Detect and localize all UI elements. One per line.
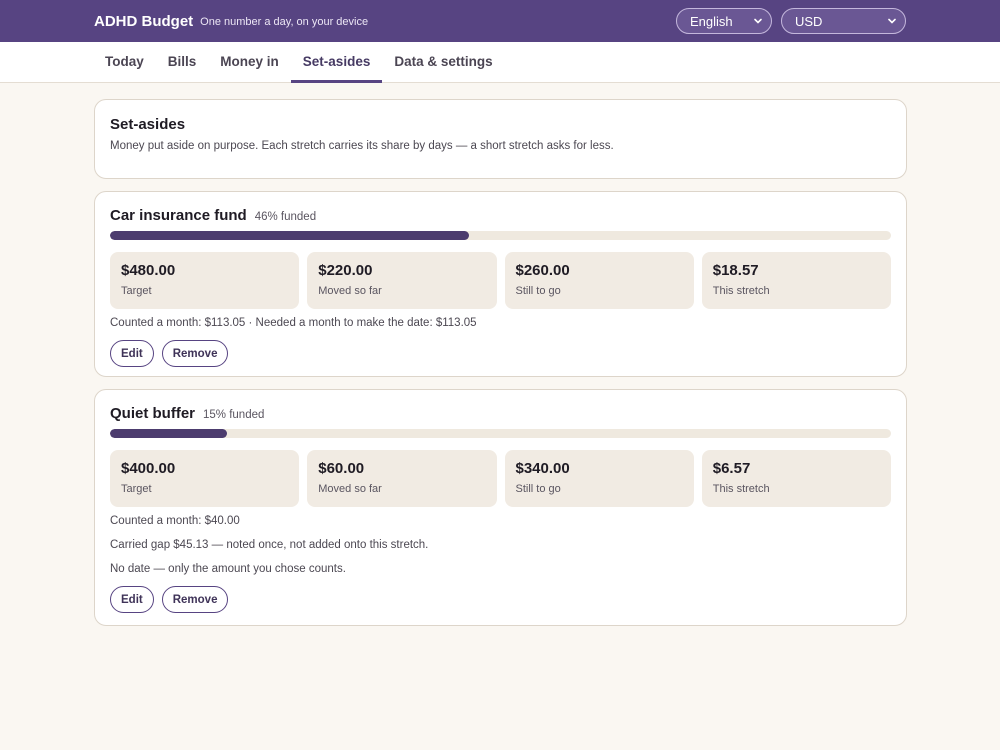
language-select[interactable]: English <box>676 8 772 34</box>
stat-value: $60.00 <box>318 460 365 477</box>
currency-select-value: USD <box>795 13 823 29</box>
stat-value: $340.00 <box>515 460 570 477</box>
tab-today[interactable]: Today <box>93 43 156 83</box>
fund-card: Car insurance fund 46% funded $480.00 Ta… <box>94 191 907 377</box>
fund-actions: Edit Remove <box>110 586 891 613</box>
progress-bar <box>110 231 891 240</box>
stat-label: Target <box>121 285 152 297</box>
fund-name: Car insurance fund <box>110 207 247 224</box>
stat-label: Target <box>121 483 152 495</box>
remove-button[interactable]: Remove <box>161 340 229 367</box>
tab-money-in[interactable]: Money in <box>208 43 291 83</box>
stat-label: This stretch <box>712 285 770 297</box>
currency-select[interactable]: USD <box>781 8 906 34</box>
fund-percent: 15% funded <box>203 409 265 421</box>
fund-header: Car insurance fund 46% funded <box>110 207 891 224</box>
stat-value: $260.00 <box>515 262 570 279</box>
language-select-value: English <box>690 13 733 29</box>
stat-label: Moved so far <box>318 483 382 495</box>
stat-value: $220.00 <box>318 262 373 279</box>
stat-remaining: $260.00 Still to go <box>504 252 694 309</box>
fund-note: Counted a month: $113.05 · Needed a mont… <box>110 317 477 329</box>
tab-bills[interactable]: Bills <box>156 43 209 83</box>
chevron-down-icon <box>888 18 896 24</box>
fund-stats: $480.00 Target $220.00 Moved so far $260… <box>110 252 891 309</box>
stat-target: $480.00 Target <box>110 252 300 309</box>
edit-button[interactable]: Edit <box>110 586 154 613</box>
fund-header: Quiet buffer 15% funded <box>110 405 891 422</box>
stat-value: $400.00 <box>121 460 176 477</box>
tab-set-asides[interactable]: Set-asides <box>290 43 383 83</box>
stat-target: $400.00 Target <box>110 450 300 507</box>
progress-bar <box>110 429 891 438</box>
stat-label: Moved so far <box>318 285 382 297</box>
stat-moved: $220.00 Moved so far <box>307 252 497 309</box>
progress-fill <box>110 231 470 240</box>
stat-this-stretch: $18.57 This stretch <box>701 252 891 309</box>
tab-bar: Today Bills Money in Set-asides Data & s… <box>0 42 1000 83</box>
stat-value: $6.57 <box>712 460 751 477</box>
fund-note: Counted a month: $40.00 <box>110 515 240 527</box>
fund-note: No date — only the amount you chose coun… <box>110 563 346 575</box>
tab-data-settings[interactable]: Data & settings <box>382 43 504 83</box>
stat-label: This stretch <box>712 483 770 495</box>
fund-note: Carried gap $45.13 — noted once, not add… <box>110 539 429 551</box>
edit-button[interactable]: Edit <box>110 340 154 367</box>
section-title: Set-asides <box>110 116 186 133</box>
fund-name: Quiet buffer <box>110 405 195 422</box>
stat-remaining: $340.00 Still to go <box>504 450 694 507</box>
section-description: Money put aside on purpose. Each stretch… <box>110 140 614 152</box>
fund-percent: 46% funded <box>254 211 317 223</box>
stat-value: $18.57 <box>712 262 759 279</box>
chevron-down-icon <box>754 18 762 24</box>
stat-this-stretch: $6.57 This stretch <box>701 450 891 507</box>
intro-card: Set-asides Money put aside on purpose. E… <box>94 99 907 179</box>
stat-moved: $60.00 Moved so far <box>307 450 497 507</box>
header-selects: English USD <box>676 8 906 34</box>
stat-label: Still to go <box>515 483 561 495</box>
app-tagline: One number a day, on your device <box>200 15 369 28</box>
app-header: ADHD Budget One number a day, on your de… <box>0 0 1000 42</box>
progress-fill <box>110 429 228 438</box>
fund-actions: Edit Remove <box>110 340 891 367</box>
stat-label: Still to go <box>515 285 561 297</box>
app-title: ADHD Budget <box>94 12 194 30</box>
remove-button[interactable]: Remove <box>161 586 229 613</box>
fund-stats: $400.00 Target $60.00 Moved so far $340.… <box>110 450 891 507</box>
stat-value: $480.00 <box>121 262 176 279</box>
fund-card: Quiet buffer 15% funded $400.00 Target $… <box>94 389 907 626</box>
